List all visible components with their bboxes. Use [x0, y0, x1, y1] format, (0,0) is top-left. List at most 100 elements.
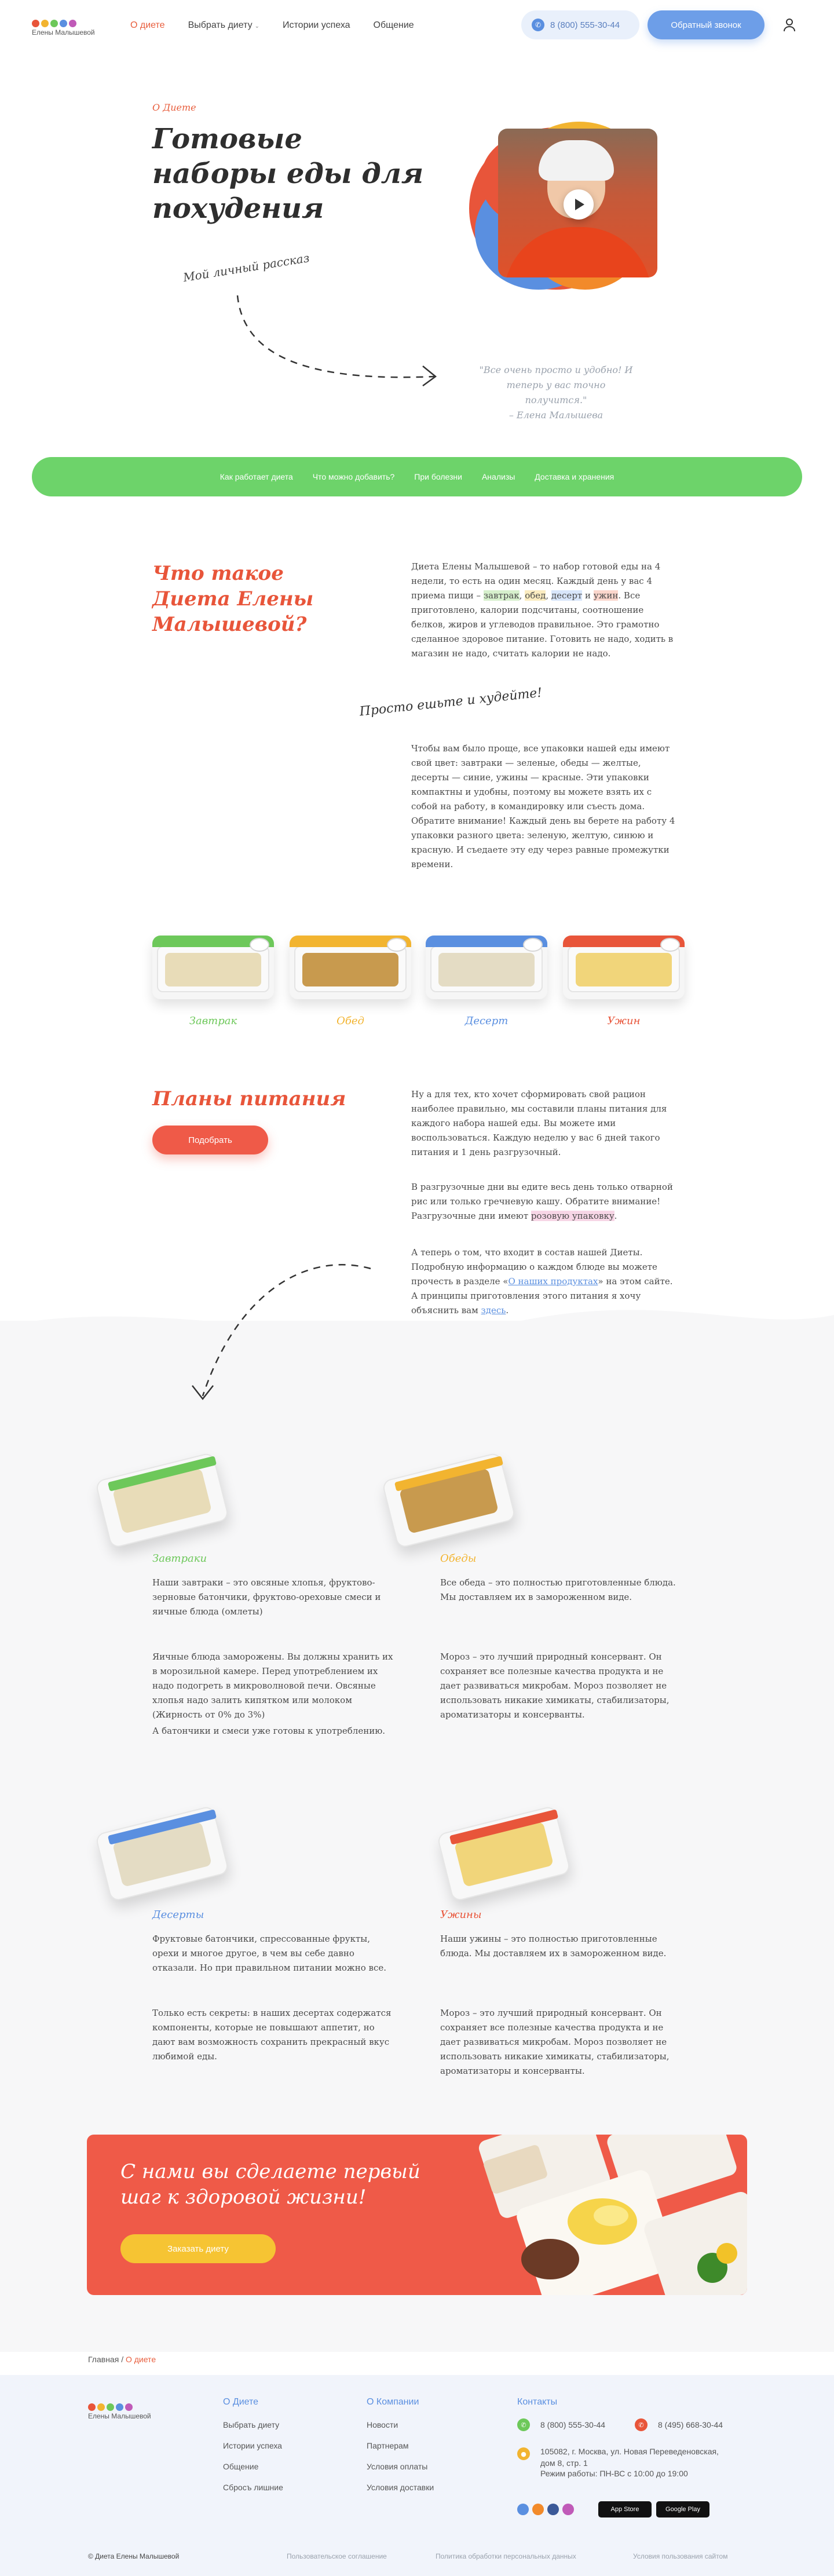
footer-about-title: О Диете: [223, 2397, 259, 2407]
footer-contacts-title: Контакты: [517, 2397, 558, 2407]
footer-link[interactable]: Истории успеха: [223, 2441, 282, 2450]
dinner-highlight: ужин: [593, 590, 619, 601]
dashed-arrow-icon: [236, 295, 437, 387]
category-image: [94, 1805, 230, 1902]
instagram-icon[interactable]: [562, 2504, 574, 2515]
hero-eyebrow: О Диете: [152, 102, 196, 113]
footer-address: 105082, г. Москва, ул. Новая Переведенов…: [540, 2447, 719, 2468]
wave-decoration: [0, 1310, 834, 1361]
phone-icon: ✆: [635, 2418, 648, 2431]
category-image: [381, 1452, 517, 1549]
pick-plan-button[interactable]: Подобрать: [152, 1126, 268, 1154]
category-paragraph: Только есть секреты: в наших десертах со…: [152, 2008, 392, 2062]
quote-author: – Елена Малышева: [509, 410, 603, 421]
footer-bottom-link[interactable]: Политика обработки персональных данных: [436, 2552, 576, 2560]
breadcrumb-home[interactable]: Главная: [88, 2355, 119, 2364]
footer-link[interactable]: Выбрать диету: [223, 2420, 279, 2429]
nav-item-about[interactable]: О диете: [130, 20, 165, 31]
category-image: [94, 1452, 230, 1549]
order-diet-button[interactable]: Заказать диету: [120, 2234, 276, 2263]
main-nav: О диете Выбрать диету ⌄ Истории успеха Об…: [130, 20, 414, 31]
lunch-highlight: обед: [525, 590, 546, 601]
category-paragraph: Мороз – это лучший природный консервант.…: [440, 2008, 670, 2076]
site-footer: Елены Малышевой О Диете Выбрать диету Ис…: [0, 2375, 834, 2576]
dashed-arrow-icon: [192, 1264, 371, 1401]
play-icon[interactable]: [564, 189, 594, 220]
tab-delivery[interactable]: Доставка и хранения: [535, 472, 614, 481]
meal-name: Десерт: [464, 1015, 509, 1027]
meal-name: Ужин: [607, 1015, 641, 1027]
logo-dots: [32, 14, 76, 27]
footer-link[interactable]: Условия доставки: [367, 2483, 434, 2492]
category-title: Завтраки: [152, 1552, 207, 1565]
footer-link[interactable]: Общение: [223, 2462, 258, 2471]
location-pin-icon: ●: [517, 2447, 530, 2460]
app-store-badge[interactable]: App Store: [598, 2501, 652, 2517]
callback-button[interactable]: Обратный звонок: [648, 10, 765, 39]
phone-icon: ✆: [532, 19, 544, 31]
tab-how-diet-works[interactable]: Как работает диета: [220, 472, 293, 481]
footer-logo-text: Елены Малышевой: [88, 2412, 151, 2420]
pink-highlight: розовую упаковку: [531, 1211, 614, 1221]
promo-title: С нами вы сделаете первый шаг к здоровой…: [120, 2160, 420, 2209]
footer-bottom-link[interactable]: Условия пользования сайтом: [633, 2552, 727, 2560]
footer-phone-1[interactable]: 8 (800) 555-30-44: [540, 2420, 605, 2429]
section-tabs: Как работает диета Что можно добавить? П…: [32, 457, 802, 496]
category-paragraph: Яичные блюда заморожены. Вы должны храни…: [152, 1651, 393, 1720]
phone-number: 8 (800) 555-30-44: [550, 20, 620, 30]
phone-button[interactable]: ✆ 8 (800) 555-30-44: [521, 10, 639, 39]
footer-logo[interactable]: Елены Малышевой: [88, 2398, 158, 2420]
footer-link[interactable]: Условия оплаты: [367, 2462, 427, 2471]
meal-card: [290, 936, 411, 999]
breakfast-highlight: завтрак: [483, 590, 520, 601]
vk-icon[interactable]: [517, 2504, 529, 2515]
hero-title: Готовые наборы еды для похудения: [152, 123, 424, 225]
products-link[interactable]: О наших продуктах: [508, 1276, 598, 1287]
breadcrumb: Главная / О диете: [88, 2355, 156, 2364]
footer-link[interactable]: Новости: [367, 2420, 398, 2429]
category-paragraph: Наши завтраки – это овсяные хлопья, фрук…: [152, 1577, 381, 1617]
chevron-down-icon: ⌄: [254, 23, 260, 30]
quote-text: "Все очень просто и удобно! И теперь у в…: [479, 364, 633, 405]
food-trays-image: [478, 2135, 747, 2295]
promo-banner: С нами вы сделаете первый шаг к здоровой…: [87, 2135, 747, 2295]
footer-link[interactable]: Сбросъ лишние: [223, 2483, 283, 2492]
logo-text: Елены Малышевой: [32, 28, 95, 36]
category-image: [436, 1805, 572, 1902]
breadcrumb-current: О диете: [125, 2355, 156, 2364]
footer-company-title: О Компании: [367, 2397, 419, 2407]
nav-item-success-stories[interactable]: Истории успеха: [283, 20, 350, 31]
category-title: Десерты: [152, 1909, 204, 1921]
meal-card: [426, 936, 547, 999]
hero-quote: "Все очень просто и удобно! И теперь у в…: [475, 363, 637, 423]
story-label: Мой личный рассказ: [182, 250, 310, 285]
ok-icon[interactable]: [532, 2504, 544, 2515]
facebook-icon[interactable]: [547, 2504, 559, 2515]
category-paragraph: Мороз – это лучший природный консервант.…: [440, 1651, 670, 1720]
tab-analyses[interactable]: Анализы: [482, 472, 515, 481]
category-title: Ужины: [440, 1909, 482, 1921]
footer-link[interactable]: Партнерам: [367, 2441, 408, 2450]
about-paragraph-1: Диета Елены Малышевой – то набор готовой…: [411, 561, 674, 659]
category-title: Обеды: [440, 1552, 477, 1565]
category-paragraph: Все обеда – это полностью приготовленные…: [440, 1577, 676, 1602]
meal-name: Обед: [336, 1015, 364, 1027]
phone-icon: ✆: [517, 2418, 530, 2431]
copyright: © Диета Елены Малышевой: [88, 2552, 180, 2560]
nav-item-choose-diet[interactable]: Выбрать диету ⌄: [188, 20, 259, 31]
user-icon[interactable]: [783, 18, 796, 32]
nav-item-community[interactable]: Общение: [374, 20, 414, 31]
google-play-badge[interactable]: Google Play: [656, 2501, 709, 2517]
nav-item-label: Выбрать диету: [188, 20, 253, 30]
tab-what-to-add[interactable]: Что можно добавить?: [313, 472, 394, 481]
plans-paragraph-1: Ну а для тех, кто хочет сформировать сво…: [411, 1089, 667, 1157]
meal-card: [563, 936, 685, 999]
tab-illness[interactable]: При болезни: [414, 472, 462, 481]
about-paragraph-2: Чтобы вам было проще, все упаковки нашей…: [411, 743, 675, 869]
footer-bottom-link[interactable]: Пользовательское соглашение: [287, 2552, 387, 2560]
category-paragraph: Фруктовые батончики, спрессованные фрукт…: [152, 1934, 387, 1973]
video-player[interactable]: [498, 129, 657, 277]
footer-phone-2[interactable]: 8 (495) 668-30-44: [658, 2420, 723, 2429]
logo[interactable]: Елены Малышевой: [32, 14, 101, 36]
category-paragraph: Наши ужины – это полностью приготовленны…: [440, 1934, 667, 1959]
